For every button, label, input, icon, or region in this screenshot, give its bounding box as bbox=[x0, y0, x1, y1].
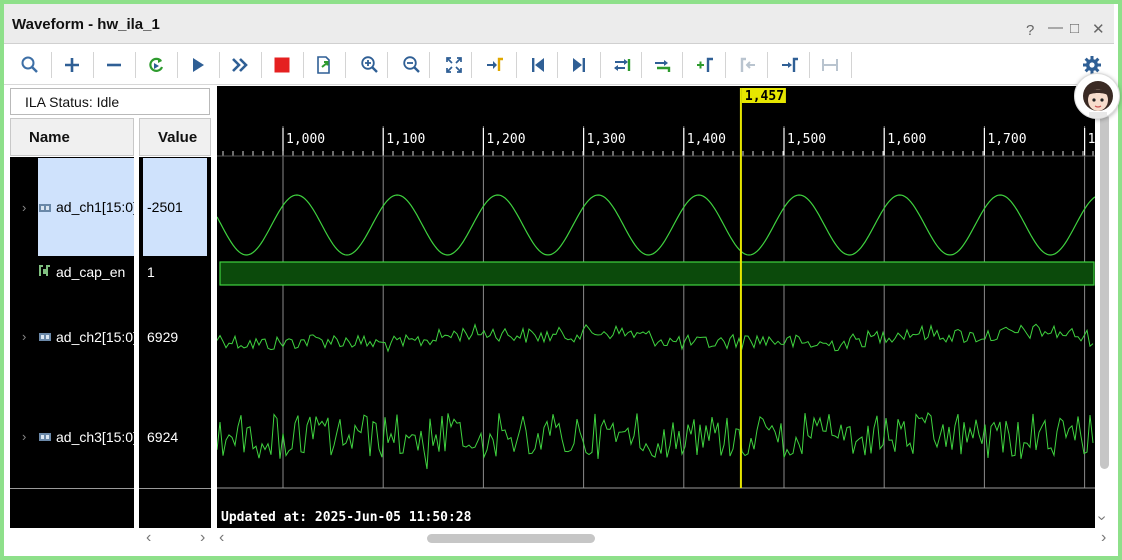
go-to-cursor-icon bbox=[487, 57, 503, 71]
avatar[interactable] bbox=[1074, 73, 1120, 119]
go-to-cursor-button[interactable] bbox=[481, 51, 509, 79]
signal-value: 1 bbox=[147, 264, 155, 280]
export-button[interactable] bbox=[310, 51, 338, 79]
plus-icon bbox=[65, 58, 79, 72]
skip-start-icon bbox=[532, 58, 544, 72]
gear-icon bbox=[1083, 56, 1101, 74]
swap-cursors-button[interactable] bbox=[608, 51, 636, 79]
divider bbox=[139, 488, 211, 489]
zoom-out-icon bbox=[403, 56, 420, 73]
swap-icon bbox=[614, 59, 631, 71]
next-marker-button[interactable] bbox=[776, 51, 804, 79]
horizontal-scroll-thumb[interactable] bbox=[427, 534, 595, 543]
signal-value: 6924 bbox=[147, 429, 179, 445]
skip-end-icon bbox=[573, 58, 585, 72]
zoom-fit-button[interactable] bbox=[440, 51, 468, 79]
add-marker-button[interactable] bbox=[692, 51, 720, 79]
bus-icon bbox=[39, 204, 51, 212]
left-scrollbar[interactable]: ‹ › bbox=[4, 528, 214, 548]
marker-range-icon bbox=[822, 59, 838, 71]
horizontal-scrollbar[interactable]: ‹ › bbox=[217, 528, 1114, 548]
cursor-label: 1,457 bbox=[745, 89, 784, 104]
window-title: Waveform - hw_ila_1 bbox=[12, 16, 160, 33]
ruler-label: 1,600 bbox=[887, 132, 926, 147]
scroll-left-icon[interactable]: ‹ bbox=[219, 530, 224, 546]
title-bar: Waveform - hw_ila_1 ? — □ ✕ bbox=[4, 4, 1114, 44]
expand-chevron-icon[interactable]: › bbox=[22, 200, 26, 215]
signal-name: ad_ch3[15:0] bbox=[56, 429, 134, 445]
previous-marker-button[interactable] bbox=[734, 51, 762, 79]
search-icon bbox=[21, 56, 38, 73]
run-trigger-immediate-button[interactable] bbox=[142, 51, 170, 79]
run-continuous-button[interactable] bbox=[226, 51, 254, 79]
run-trigger-button[interactable] bbox=[184, 51, 212, 79]
ruler-label: 1,700 bbox=[987, 132, 1026, 147]
stop-button[interactable] bbox=[268, 51, 296, 79]
trace-ad-ch2 bbox=[217, 322, 1094, 353]
trace-ad-cap-en bbox=[219, 261, 1095, 286]
close-icon[interactable]: ✕ bbox=[1092, 22, 1105, 37]
stop-icon bbox=[274, 57, 290, 73]
zoom-in-icon bbox=[361, 56, 378, 73]
zoom-out-button[interactable] bbox=[398, 51, 426, 79]
divider bbox=[10, 488, 134, 489]
minus-icon bbox=[107, 63, 121, 67]
vertical-scrollbar[interactable]: › bbox=[1094, 86, 1114, 528]
add-marker-icon bbox=[697, 57, 713, 72]
ruler-label: 1,400 bbox=[687, 132, 726, 147]
vertical-scroll-thumb[interactable] bbox=[1100, 114, 1109, 469]
marker-range-button[interactable] bbox=[816, 51, 844, 79]
ruler-label: 1,300 bbox=[587, 132, 626, 147]
scroll-left-icon[interactable]: ‹ bbox=[146, 530, 151, 546]
previous-marker-icon bbox=[740, 57, 755, 72]
signal-name: ad_ch1[15:0] bbox=[56, 199, 134, 215]
ruler-label: 1,200 bbox=[486, 132, 525, 147]
fast-forward-icon bbox=[232, 58, 248, 72]
bit-icon bbox=[39, 265, 50, 276]
maximize-icon[interactable]: □ bbox=[1070, 21, 1079, 36]
signal-name: ad_ch2[15:0] bbox=[56, 329, 134, 345]
help-icon[interactable]: ? bbox=[1026, 23, 1034, 38]
ruler-label: 1 bbox=[1088, 132, 1095, 147]
scroll-right-icon[interactable]: › bbox=[200, 530, 205, 546]
toolbar bbox=[4, 45, 1114, 85]
minimize-icon[interactable]: — bbox=[1048, 20, 1063, 35]
signal-value: 6929 bbox=[147, 329, 179, 345]
trace-ad-ch1 bbox=[217, 194, 1095, 256]
name-column-header[interactable]: Name bbox=[10, 118, 134, 156]
ruler-label: 1,500 bbox=[787, 132, 826, 147]
scroll-right-icon[interactable]: › bbox=[1101, 530, 1106, 546]
play-icon bbox=[193, 58, 204, 72]
signal-panel: ILA Status: Idle Name Value › ad_ch1[15:… bbox=[4, 86, 214, 548]
zoom-fit-icon bbox=[446, 57, 462, 73]
trace-ad-ch3 bbox=[217, 412, 1094, 470]
ila-status: ILA Status: Idle bbox=[10, 88, 210, 115]
expand-chevron-icon[interactable]: › bbox=[22, 429, 26, 444]
search-button[interactable] bbox=[16, 51, 44, 79]
signal-name: ad_cap_en bbox=[56, 264, 126, 280]
signal-value: -2501 bbox=[147, 199, 183, 215]
waveform-canvas[interactable]: 1,000 1,100 1,200 1,300 1,400 1,500 1,600 1,700… bbox=[217, 86, 1095, 528]
ruler-label: 1,100 bbox=[386, 132, 425, 147]
export-icon bbox=[317, 56, 330, 74]
go-to-start-button[interactable] bbox=[524, 51, 552, 79]
updated-timestamp: Updated at: 2025-Jun-05 11:50:28 bbox=[221, 510, 472, 525]
bus-icon bbox=[39, 333, 51, 341]
value-column-header[interactable]: Value bbox=[139, 118, 211, 156]
ruler-label: 1,000 bbox=[286, 132, 325, 147]
add-button[interactable] bbox=[58, 51, 86, 79]
previous-transition-icon bbox=[655, 60, 671, 72]
previous-transition-button[interactable] bbox=[649, 51, 677, 79]
bus-icon bbox=[39, 433, 51, 441]
expand-chevron-icon[interactable]: › bbox=[22, 329, 26, 344]
next-marker-icon bbox=[782, 57, 798, 72]
remove-button[interactable] bbox=[100, 51, 128, 79]
refresh-run-icon bbox=[149, 57, 164, 72]
zoom-in-button[interactable] bbox=[356, 51, 384, 79]
go-to-end-button[interactable] bbox=[565, 51, 593, 79]
waveform-view[interactable]: 1,000 1,100 1,200 1,300 1,400 1,500 1,600 1,700… bbox=[217, 86, 1095, 528]
scroll-down-icon[interactable]: › bbox=[1094, 515, 1111, 520]
